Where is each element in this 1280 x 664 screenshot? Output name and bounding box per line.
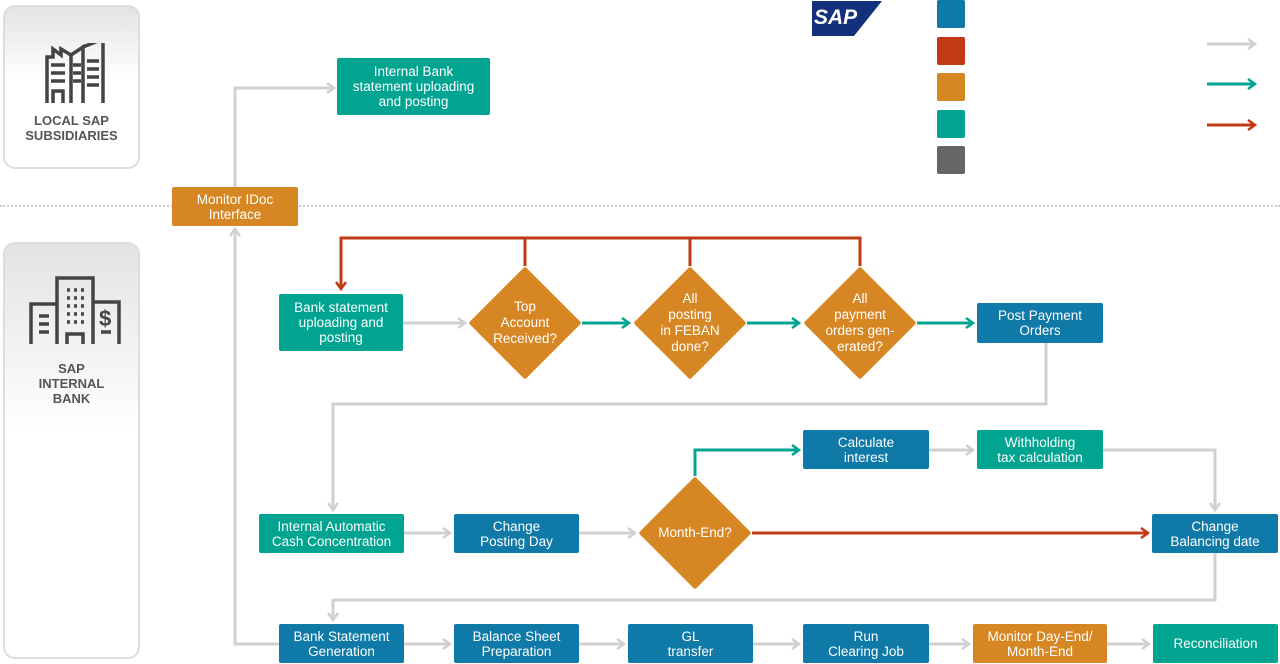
node-monitor-day-end: Monitor Day-End/ Month-End bbox=[973, 624, 1107, 663]
node-cash-concentration: Internal Automatic Cash Concentration bbox=[259, 514, 404, 553]
node-monitor-idoc-interface: Monitor IDoc Interface bbox=[172, 187, 298, 226]
node-calculate-interest: Calculate interest bbox=[803, 430, 929, 469]
edge bbox=[333, 553, 1217, 620]
node-balance-sheet-preparation: Balance Sheet Preparation bbox=[454, 624, 579, 663]
edge bbox=[235, 229, 279, 646]
decision-feban-posting-done: All posting in FEBAN done? bbox=[633, 266, 747, 380]
node-gl-transfer: GL transfer bbox=[628, 624, 753, 663]
edge-no bbox=[341, 236, 862, 289]
node-reconciliation: Reconciliation bbox=[1153, 624, 1278, 663]
node-change-balancing-date: Change Balancing date bbox=[1152, 514, 1278, 553]
node-bank-statement-upload: Bank statement uploading and posting bbox=[279, 294, 403, 351]
edge bbox=[233, 88, 334, 187]
node-run-clearing-job: Run Clearing Job bbox=[803, 624, 929, 663]
decision-payment-orders-generated: All payment orders gen- erated? bbox=[803, 266, 917, 380]
decision-top-account-received: Top Account Received? bbox=[468, 266, 582, 380]
node-withholding-tax: Withholding tax calculation bbox=[977, 430, 1103, 469]
node-internal-bank-statement-upload: Internal Bank statement uploading and po… bbox=[337, 58, 490, 115]
node-post-payment-orders: Post Payment Orders bbox=[977, 303, 1103, 343]
edge bbox=[1103, 448, 1215, 510]
node-bank-statement-generation: Bank Statement Generation bbox=[279, 624, 404, 663]
edge-yes bbox=[693, 450, 799, 476]
decision-month-end: Month-End? bbox=[638, 476, 752, 590]
node-change-posting-day: Change Posting Day bbox=[454, 514, 579, 553]
